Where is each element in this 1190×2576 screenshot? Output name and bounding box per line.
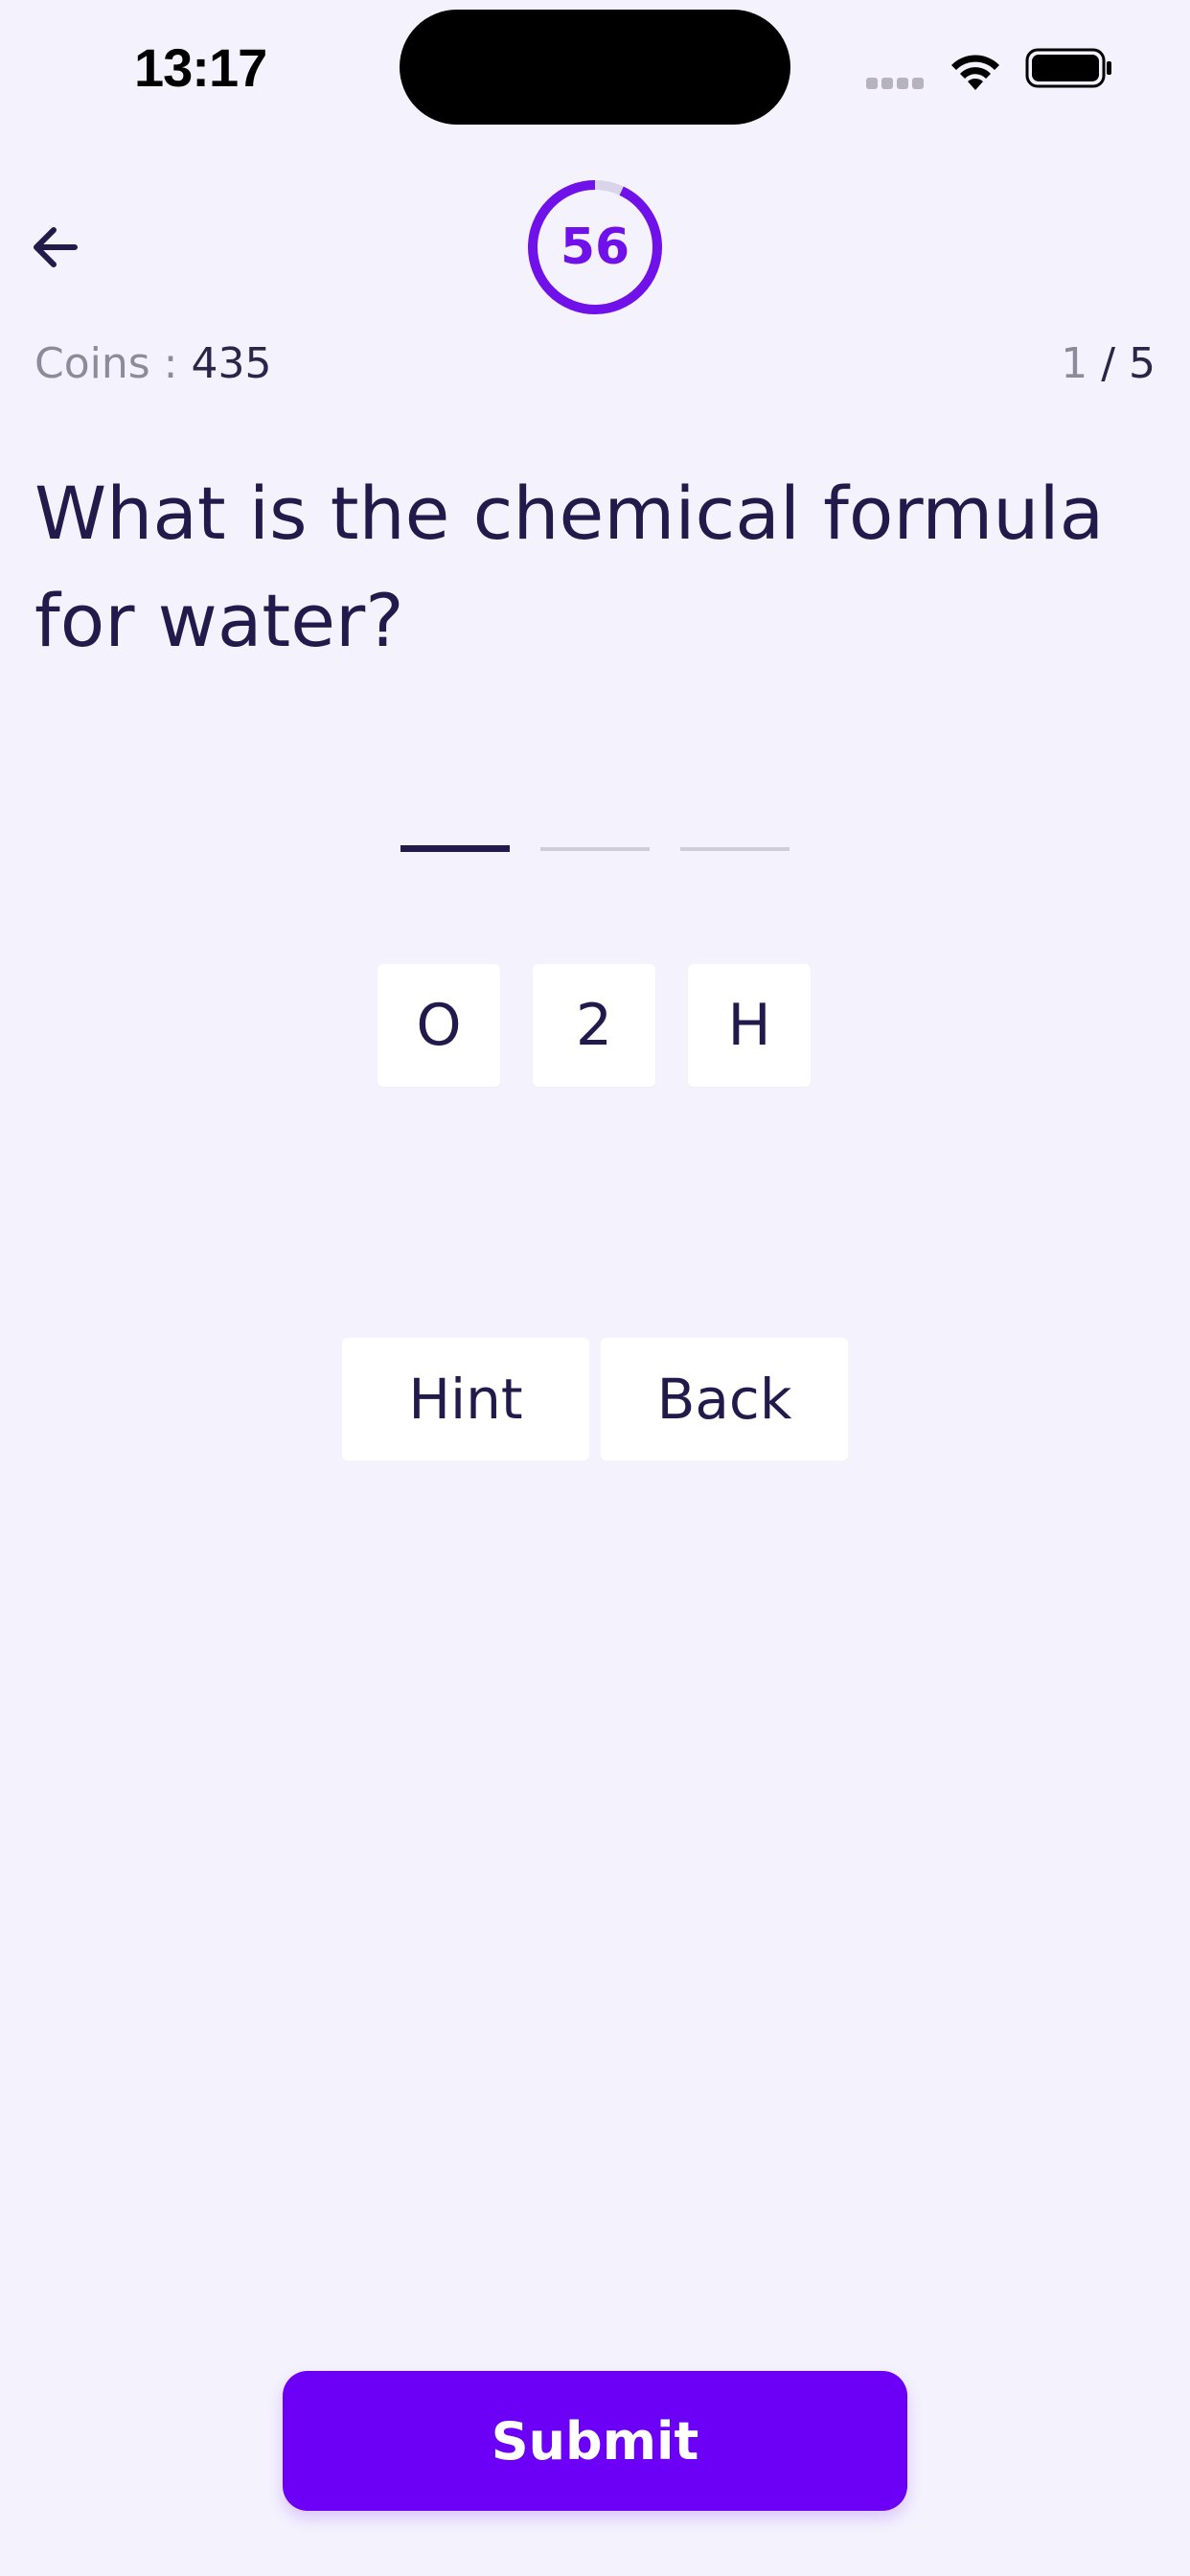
progress-current: 1	[1061, 339, 1088, 388]
answer-slot-3[interactable]	[680, 847, 790, 851]
submit-button[interactable]: Submit	[283, 2371, 907, 2511]
answer-slot-1[interactable]	[400, 845, 510, 852]
status-time: 13:17	[134, 37, 267, 98]
letter-tile[interactable]: H	[688, 964, 811, 1087]
coins-value: 435	[191, 339, 272, 388]
answer-slot-2[interactable]	[540, 847, 650, 851]
wifi-icon	[951, 55, 999, 90]
letter-tile[interactable]: 2	[533, 964, 655, 1087]
back-button[interactable]: Back	[601, 1338, 848, 1460]
question-progress: 1 / 5	[1061, 339, 1156, 388]
coins-display: Coins : 435	[34, 339, 271, 388]
progress-total: 5	[1129, 339, 1156, 388]
question-text: What is the chemical formula for water?	[34, 471, 1105, 663]
letter-tile[interactable]: O	[378, 964, 500, 1087]
coins-label: Coins :	[34, 339, 192, 388]
battery-icon	[1025, 48, 1111, 88]
back-arrow-icon[interactable]	[27, 217, 88, 278]
progress-separator: /	[1087, 339, 1129, 388]
signal-icon	[866, 75, 929, 89]
dynamic-island	[400, 10, 790, 125]
timer-value: 56	[560, 218, 630, 276]
hint-button[interactable]: Hint	[342, 1338, 589, 1460]
